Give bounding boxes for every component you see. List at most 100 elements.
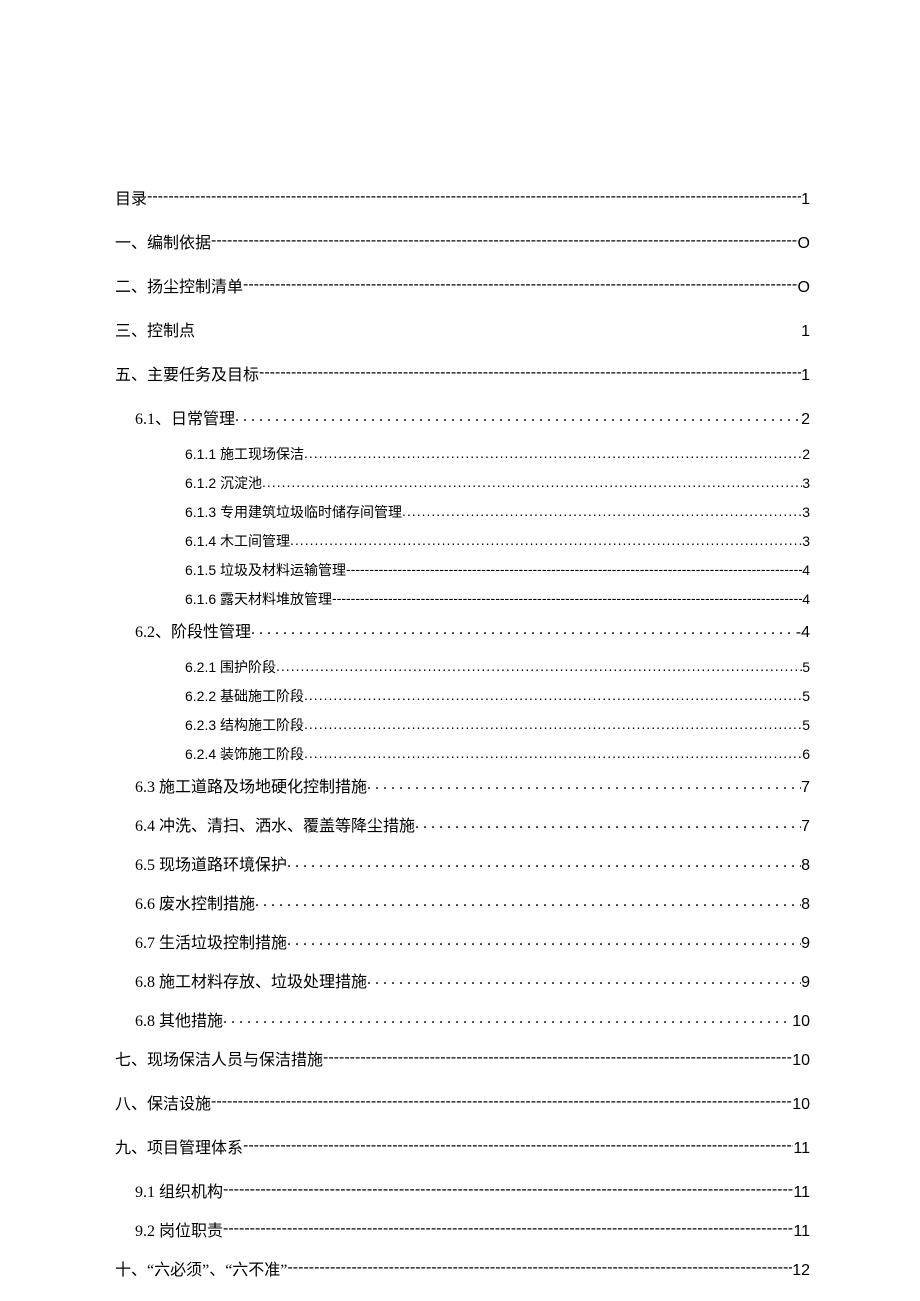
toc-leader xyxy=(402,503,802,517)
toc-page-number: 11 xyxy=(793,1223,810,1241)
toc-entry: 九、项目管理体系 11 xyxy=(115,1134,810,1158)
toc-leader xyxy=(287,1259,792,1275)
toc-entry: 十、“六必须”、“六不准”12 xyxy=(115,1256,810,1280)
toc-title: 6.1.5 垃圾及材料运输管理 xyxy=(185,560,346,580)
toc-entry: 6.2.3 结构施工阶段 5 xyxy=(115,715,810,735)
toc-entry: 6.1、日常管理 2 xyxy=(115,405,810,429)
toc-leader xyxy=(243,1137,793,1153)
toc-title: 6.1.1 施工现场保洁 xyxy=(185,444,304,464)
toc-title: 6.2、阶段性管理 xyxy=(135,618,251,642)
toc-entry: 6.7 生活垃圾控制措施 9 xyxy=(115,929,810,953)
toc-leader xyxy=(332,590,802,604)
toc-leader xyxy=(235,408,801,424)
toc-entry: 6.3 施工道路及场地硬化控制措施 7 xyxy=(115,773,810,797)
toc-page-number: 3 xyxy=(802,533,810,549)
toc-leader xyxy=(195,320,801,336)
toc-page-number: 1 xyxy=(801,323,810,341)
toc-title: 九、项目管理体系 xyxy=(115,1134,243,1158)
toc-title: 6.2.4 装饰施工阶段 xyxy=(185,744,304,764)
toc-title: 6.4 冲洗、清扫、洒水、覆盖等降尘措施 xyxy=(135,812,415,836)
toc-leader xyxy=(367,971,801,987)
toc-title: 6.5 现场道路环境保护 xyxy=(135,851,287,875)
toc-page-number: 9 xyxy=(801,935,810,953)
toc-entry: 6.1.1 施工现场保洁2 xyxy=(115,444,810,464)
toc-page-number: -4 xyxy=(796,624,810,642)
toc-entry: 6.2、阶段性管理 -4 xyxy=(115,618,810,642)
toc-title: 6.1.6 露天材料堆放管理 xyxy=(185,589,332,609)
toc-page-number: O xyxy=(798,279,810,297)
toc-page-number: 5 xyxy=(802,659,810,675)
toc-title: 6.1.2 沉淀池 xyxy=(185,473,262,493)
toc-leader xyxy=(304,716,802,730)
toc-page-number: 7 xyxy=(801,818,810,836)
toc-leader xyxy=(323,1049,792,1065)
toc-entry: 6.2.1 围护阶段5 xyxy=(115,657,810,677)
toc-page-number: 3 xyxy=(802,475,810,491)
toc-entry: 七、现场保洁人员与保洁措施 10 xyxy=(115,1046,810,1070)
toc-title: 9.2 岗位职责 xyxy=(135,1217,223,1241)
toc-page-number: 6 xyxy=(802,746,810,762)
toc-leader xyxy=(304,687,802,701)
toc-title: 6.8 施工材料存放、垃圾处理措施 xyxy=(135,968,367,992)
toc-page-number: 1 xyxy=(801,191,810,209)
toc-page-number: 11 xyxy=(793,1140,810,1158)
toc-entry: 6.8 施工材料存放、垃圾处理措施 9 xyxy=(115,968,810,992)
toc-title: 9.1 组织机构 xyxy=(135,1178,223,1202)
toc-page-number: 10 xyxy=(792,1096,810,1114)
toc-leader xyxy=(255,893,801,909)
toc-leader xyxy=(211,232,798,248)
toc-page-number: 5 xyxy=(802,688,810,704)
toc-leader xyxy=(276,658,802,672)
toc-page-number: O xyxy=(798,235,810,253)
toc-leader xyxy=(211,1093,792,1109)
toc-title: 6.7 生活垃圾控制措施 xyxy=(135,929,287,953)
toc-leader xyxy=(262,474,802,488)
toc-title: 6.6 废水控制措施 xyxy=(135,890,255,914)
toc-entry: 目录1 xyxy=(115,185,810,209)
toc-page-number: 11 xyxy=(793,1184,810,1202)
toc-title: 6.1、日常管理 xyxy=(135,405,235,429)
toc-page-number: 10 xyxy=(792,1052,810,1070)
toc-page-number: 8 xyxy=(801,857,810,875)
toc-leader xyxy=(287,854,801,870)
toc-title: 七、现场保洁人员与保洁措施 xyxy=(115,1046,323,1070)
toc-entry: 6.2.4 装饰施工阶段 6 xyxy=(115,744,810,764)
toc-entry: 6.1.5 垃圾及材料运输管理4 xyxy=(115,560,810,580)
toc-leader xyxy=(223,1220,793,1236)
toc-page-number: 9 xyxy=(801,974,810,992)
toc-page-number: 2 xyxy=(801,411,810,429)
toc-leader xyxy=(251,621,796,637)
toc-entry: 6.5 现场道路环境保护 8 xyxy=(115,851,810,875)
toc-entry: 二、扬尘控制清单 O xyxy=(115,273,810,297)
toc-entry: 6.2.2 基础施工阶段5 xyxy=(115,686,810,706)
toc-title: 二、扬尘控制清单 xyxy=(115,273,243,297)
toc-title: 6.1.3 专用建筑垃圾临时储存间管理 xyxy=(185,502,402,522)
toc-leader xyxy=(290,532,802,546)
toc-title: 6.2.3 结构施工阶段 xyxy=(185,715,304,735)
toc-leader xyxy=(415,815,801,831)
toc-entry: 6.4 冲洗、清扫、洒水、覆盖等降尘措施 7 xyxy=(115,812,810,836)
toc-entry: 6.1.2 沉淀池 3 xyxy=(115,473,810,493)
toc-entry: 6.8 其他措施 10 xyxy=(115,1007,810,1031)
toc-leader xyxy=(223,1181,793,1197)
toc-leader xyxy=(304,445,802,459)
toc-entry: 9.1 组织机构 11 xyxy=(115,1178,810,1202)
toc-leader xyxy=(367,776,801,792)
toc-title: 6.1.4 木工间管理 xyxy=(185,531,290,551)
table-of-contents: 目录1一、编制依据O二、扬尘控制清单O三、控制点1五、主要任务及目标16.1、日… xyxy=(115,185,810,1280)
toc-leader xyxy=(346,561,802,575)
toc-title: 6.3 施工道路及场地硬化控制措施 xyxy=(135,773,367,797)
toc-entry: 八、保洁设施 10 xyxy=(115,1090,810,1114)
toc-leader xyxy=(243,276,798,292)
toc-title: 6.8 其他措施 xyxy=(135,1007,223,1031)
toc-page-number: 10 xyxy=(792,1013,810,1031)
toc-entry: 9.2 岗位职责 11 xyxy=(115,1217,810,1241)
toc-page-number: 5 xyxy=(802,717,810,733)
toc-entry: 五、主要任务及目标1 xyxy=(115,361,810,385)
toc-title: 八、保洁设施 xyxy=(115,1090,211,1114)
toc-page-number: 4 xyxy=(802,591,810,607)
toc-page-number: 8 xyxy=(801,896,810,914)
toc-entry: 一、编制依据O xyxy=(115,229,810,253)
toc-leader xyxy=(223,1010,792,1026)
toc-page-number: 7 xyxy=(801,779,810,797)
